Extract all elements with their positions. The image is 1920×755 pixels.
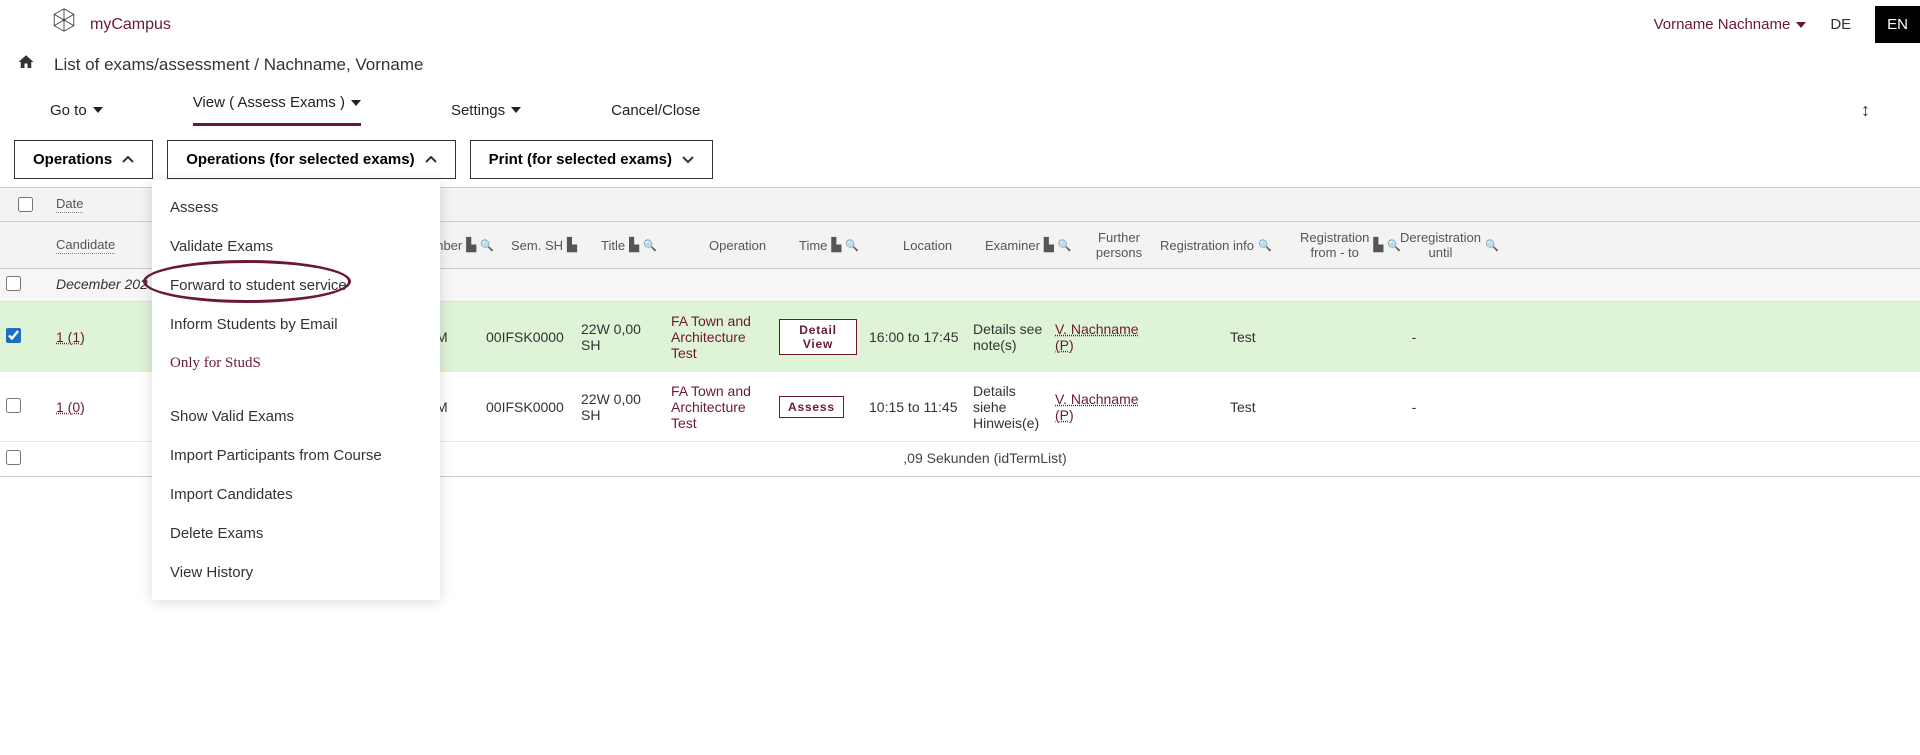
row-title-link[interactable]: FA Town and Architecture Test: [671, 313, 751, 361]
print-selected-button[interactable]: Print (for selected exams): [470, 140, 713, 179]
row-reginfo: Test: [1224, 323, 1364, 351]
menu-view[interactable]: View ( Assess Exams ): [193, 94, 361, 126]
dropdown-delete[interactable]: Delete Exams: [152, 514, 440, 553]
chevron-down-icon: [93, 107, 103, 113]
col-title[interactable]: Title ▙ 🔍: [595, 222, 703, 268]
dropdown-history[interactable]: View History: [152, 553, 440, 592]
row-id-link[interactable]: 1 (1): [56, 329, 85, 345]
chevron-down-icon: [351, 100, 361, 106]
header-right: Vorname Nachname DE EN: [1654, 6, 1920, 43]
operations-dropdown: Assess Validate Exams Forward to student…: [152, 180, 440, 600]
chevron-down-icon: [511, 107, 521, 113]
search-icon[interactable]: 🔍: [1058, 239, 1072, 252]
sort-icon[interactable]: ▙: [466, 237, 476, 253]
row-regfrom: -: [1364, 393, 1464, 421]
top-header: myCampus Vorname Nachname DE EN: [0, 0, 1920, 47]
search-icon[interactable]: 🔍: [643, 239, 657, 252]
brand-name: myCampus: [90, 16, 171, 34]
dropdown-studs[interactable]: Only for StudS: [152, 344, 440, 383]
sort-icon[interactable]: ▙: [831, 237, 841, 253]
breadcrumb-page[interactable]: List of exams/assessment: [54, 55, 250, 74]
row-reginfo: Test: [1224, 393, 1364, 421]
select-all-checkbox[interactable]: [18, 197, 33, 212]
menu-row: Go to View ( Assess Exams ) Settings Can…: [0, 82, 1920, 126]
col-dereg[interactable]: Deregistration until 🔍: [1394, 222, 1504, 268]
dropdown-import-cand[interactable]: Import Candidates: [152, 475, 440, 514]
row-sem: 22W 0,00 SH: [575, 315, 665, 359]
dropdown-import-course[interactable]: Import Participants from Course: [152, 436, 440, 475]
row-id-link[interactable]: 1 (0): [56, 399, 85, 415]
sort-icon[interactable]: ▙: [629, 237, 639, 253]
row-sem: 22W 0,00 SH: [575, 385, 665, 429]
search-icon[interactable]: 🔍: [480, 239, 494, 252]
col-reginfo[interactable]: Registration info 🔍: [1154, 222, 1294, 268]
menu-cancel[interactable]: Cancel/Close: [611, 102, 700, 119]
col-regfrom[interactable]: Registration from - to ▙ 🔍: [1294, 222, 1394, 268]
operations-selected-button[interactable]: Operations (for selected exams): [167, 140, 455, 179]
lang-de[interactable]: DE: [1830, 16, 1851, 33]
row-regfrom: -: [1364, 323, 1464, 351]
row-number: 00IFSK0000: [480, 393, 575, 421]
chevron-up-icon: [122, 151, 134, 168]
footer-checkbox[interactable]: [6, 450, 21, 465]
row-examiner-link[interactable]: V. Nachname (P): [1055, 391, 1139, 423]
dropdown-showvalid[interactable]: Show Valid Exams: [152, 397, 440, 436]
assess-button[interactable]: Assess: [779, 396, 844, 418]
col-examiner[interactable]: Examiner ▙ 🔍: [979, 222, 1084, 268]
col-time[interactable]: Time ▙ 🔍: [793, 222, 897, 268]
detail-view-button[interactable]: Detail View: [779, 319, 857, 355]
select-all-checkbox-cell: [0, 188, 50, 221]
sort-icon[interactable]: ▙: [1044, 237, 1054, 253]
month-label: December 202: [50, 269, 154, 301]
user-menu[interactable]: Vorname Nachname: [1654, 16, 1807, 33]
logo[interactable]: myCampus: [50, 6, 171, 34]
search-icon[interactable]: 🔍: [845, 239, 859, 252]
operations-row: Operations Operations (for selected exam…: [0, 126, 1920, 179]
row-location: Details see note(s): [967, 315, 1049, 359]
cube-logo-icon: [50, 6, 78, 34]
dropdown-inform[interactable]: Inform Students by Email: [152, 305, 440, 344]
col-further-persons: Further persons: [1084, 222, 1154, 268]
breadcrumb-text: List of exams/assessment / Nachname, Vor…: [54, 55, 423, 75]
chevron-down-icon: [1796, 22, 1806, 28]
col-operation: Operation: [703, 222, 793, 268]
row-title-link[interactable]: FA Town and Architecture Test: [671, 383, 751, 431]
chevron-up-icon: [425, 151, 437, 168]
home-icon[interactable]: [16, 53, 36, 76]
row-number: 00IFSK0000: [480, 323, 575, 351]
dropdown-assess[interactable]: Assess: [152, 188, 440, 227]
resize-vertical-icon[interactable]: ↕: [1861, 100, 1870, 121]
row-time: 10:15 to 11:45: [863, 393, 967, 421]
breadcrumb-person: Nachname, Vorname: [264, 55, 424, 74]
dropdown-forward[interactable]: Forward to student service: [152, 266, 440, 305]
row-checkbox[interactable]: [6, 328, 21, 343]
row-time: 16:00 to 17:45: [863, 323, 967, 351]
col-sem[interactable]: Sem. SH ▙: [505, 222, 595, 268]
search-icon[interactable]: 🔍: [1258, 239, 1272, 252]
row-examiner-link[interactable]: V. Nachname (P): [1055, 321, 1139, 353]
search-icon[interactable]: 🔍: [1485, 239, 1499, 252]
sort-icon[interactable]: ▙: [567, 237, 577, 253]
breadcrumb: List of exams/assessment / Nachname, Vor…: [0, 47, 1920, 82]
sort-icon[interactable]: ▙: [1373, 237, 1383, 253]
dropdown-validate[interactable]: Validate Exams: [152, 227, 440, 266]
month-checkbox[interactable]: [6, 276, 21, 291]
user-name-label: Vorname Nachname: [1654, 16, 1791, 33]
col-location: Location: [897, 222, 979, 268]
menu-settings[interactable]: Settings: [451, 102, 521, 119]
chevron-down-icon: [682, 151, 694, 168]
row-location: Details siehe Hinweis(e): [967, 377, 1049, 437]
lang-en[interactable]: EN: [1875, 6, 1920, 43]
operations-button[interactable]: Operations: [14, 140, 153, 179]
row-checkbox[interactable]: [6, 398, 21, 413]
menu-goto[interactable]: Go to: [50, 102, 103, 119]
col-date[interactable]: Date: [50, 188, 120, 221]
